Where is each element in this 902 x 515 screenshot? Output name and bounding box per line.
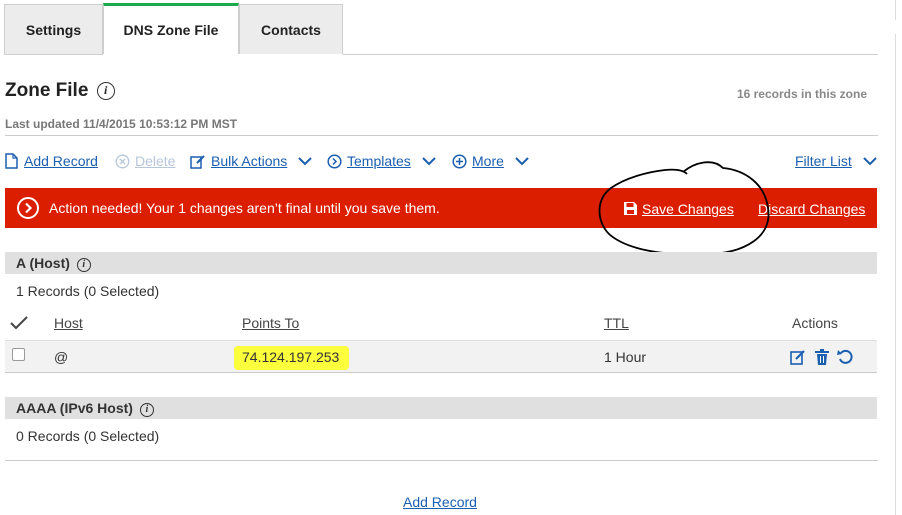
record-points-to: 74.124.197.253 <box>242 349 340 365</box>
row-checkbox[interactable] <box>12 348 25 361</box>
undo-icon[interactable] <box>837 348 854 365</box>
plus-circle-icon <box>452 153 467 169</box>
filter-list-button[interactable]: Filter List <box>795 153 877 169</box>
chevron-down-icon <box>298 156 312 165</box>
records-selected-text: 1 Records (0 Selected) <box>16 283 160 299</box>
column-header-ttl[interactable]: TTL <box>604 315 629 331</box>
more-label: More <box>472 153 504 169</box>
chevron-circle-icon <box>17 197 39 219</box>
add-document-icon <box>5 153 18 169</box>
page-title: Zone File i <box>5 80 115 102</box>
column-header-points-to[interactable]: Points To <box>242 315 299 331</box>
table-row <box>5 340 877 373</box>
section-header-a-host: A (Host) i <box>5 252 877 274</box>
add-record-link[interactable]: Add Record <box>403 494 477 510</box>
section-title: AAAA (IPv6 Host) i <box>16 400 154 417</box>
tabs-divider <box>4 54 103 55</box>
select-all-check-icon[interactable] <box>10 316 28 330</box>
more-button[interactable]: More <box>452 153 529 169</box>
record-ttl: 1 Hour <box>604 349 647 365</box>
delete-label: Delete <box>135 153 176 169</box>
section-header-aaaa-ipv6-host: AAAA (IPv6 Host) i <box>5 397 877 419</box>
column-header-host[interactable]: Host <box>54 315 83 331</box>
tab-label: DNS Zone File <box>123 22 219 38</box>
close-circle-icon <box>115 154 130 168</box>
tabs-divider <box>343 54 878 55</box>
templates-label: Templates <box>347 153 411 169</box>
tab-settings[interactable]: Settings <box>4 4 103 54</box>
chevron-down-icon <box>863 156 877 165</box>
filter-list-label: Filter List <box>795 153 852 169</box>
add-record-label: Add Record <box>24 153 98 169</box>
bulk-actions-button[interactable]: Bulk Actions <box>190 153 312 169</box>
info-icon[interactable]: i <box>76 258 91 272</box>
bulk-edit-icon <box>190 155 205 169</box>
section-title-text: A (Host) <box>16 255 70 271</box>
tab-dns-zone-file[interactable]: DNS Zone File <box>103 3 239 54</box>
page-edge <box>895 0 896 20</box>
hand-drawn-circle-annotation <box>598 161 770 256</box>
chevron-down-icon <box>515 156 529 165</box>
chevron-down-icon <box>422 156 436 165</box>
tab-label: Settings <box>25 21 82 38</box>
add-record-button[interactable]: Add Record <box>5 153 98 169</box>
column-header-actions: Actions <box>792 315 838 331</box>
chevron-circle-icon <box>327 153 342 169</box>
page-edge <box>895 34 896 515</box>
record-host: @ <box>54 349 69 365</box>
info-icon[interactable]: i <box>96 82 115 100</box>
delete-button[interactable]: Delete <box>115 153 175 169</box>
page-title-text: Zone File <box>5 80 89 101</box>
section-title-text: AAAA (IPv6 Host) <box>16 400 133 416</box>
info-icon[interactable]: i <box>139 403 154 417</box>
edit-icon[interactable] <box>790 349 806 365</box>
divider <box>5 460 878 461</box>
divider <box>5 135 878 136</box>
trash-icon[interactable] <box>815 349 829 365</box>
records-count: 16 records in this zone <box>736 87 867 101</box>
banner-message: Action needed! Your 1 changes aren’t fin… <box>49 200 440 216</box>
records-selected-text: 0 Records (0 Selected) <box>16 428 160 444</box>
templates-button[interactable]: Templates <box>327 153 436 169</box>
tab-label: Contacts <box>261 21 321 38</box>
tab-contacts[interactable]: Contacts <box>239 4 343 54</box>
last-updated: Last updated 11/4/2015 10:53:12 PM MST <box>5 117 238 131</box>
bulk-actions-label: Bulk Actions <box>211 153 288 169</box>
section-title: A (Host) i <box>16 255 91 272</box>
